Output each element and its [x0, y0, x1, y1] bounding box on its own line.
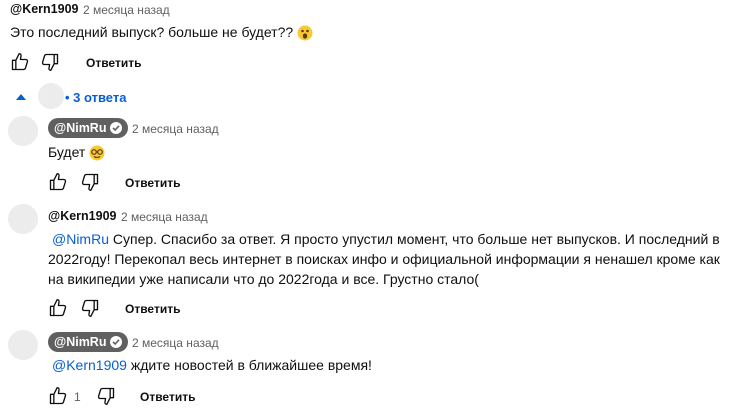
dislike-icon[interactable]: [96, 386, 116, 406]
comment-actions: Ответить: [10, 52, 210, 74]
reply-button[interactable]: Ответить: [125, 302, 180, 316]
mention-link[interactable]: @Kern1909: [48, 357, 127, 373]
dislike-icon[interactable]: [40, 52, 60, 72]
comment-time[interactable]: 2 месяца назад: [121, 210, 208, 224]
comment-actions: Ответить: [48, 172, 248, 194]
nerd-face-icon: [89, 145, 105, 161]
comment-author[interactable]: @Kern1909: [48, 209, 116, 223]
comment-time[interactable]: 2 месяца назад: [83, 3, 170, 17]
like-icon[interactable]: [48, 386, 68, 406]
comment-actions: 1 Ответить: [48, 386, 248, 408]
avatar[interactable]: [8, 116, 38, 146]
comment-author[interactable]: @Kern1909: [10, 2, 78, 16]
comment-text: Это последний выпуск? больше не будет??: [10, 22, 313, 42]
replies-count[interactable]: • 3 ответа: [65, 90, 126, 105]
avatar[interactable]: [8, 204, 38, 234]
comment-text: @Kern1909 ждите новостей в ближайшее вре…: [48, 355, 372, 375]
comment-author: @NimRu: [54, 121, 107, 135]
reply-1: @NimRu 2 месяца назад Будет Ответить: [8, 116, 728, 196]
comment-actions: Ответить: [48, 298, 248, 320]
comment-author: @NimRu: [54, 335, 107, 349]
dislike-icon[interactable]: [80, 172, 100, 192]
like-icon[interactable]: [48, 172, 68, 192]
comment-time[interactable]: 2 месяца назад: [132, 122, 219, 136]
verified-check-icon: [110, 336, 123, 348]
verified-check-icon: [110, 122, 123, 134]
author-badge[interactable]: @NimRu: [48, 118, 129, 138]
dislike-icon[interactable]: [80, 298, 100, 318]
comment-time[interactable]: 2 месяца назад: [132, 336, 219, 350]
comment-text: @NimRu Супер. Спасибо за ответ. Я просто…: [48, 231, 720, 287]
comment-1: @Kern1909 2 месяца назад Это последний в…: [10, 0, 730, 80]
reply-2: @Kern1909 2 месяца назад @NimRu Супер. С…: [8, 204, 742, 319]
like-count: 1: [74, 390, 81, 404]
reply-3: @NimRu 2 месяца назад @Kern1909 ждите но…: [8, 330, 728, 414]
comment-text: Будет: [48, 142, 105, 162]
author-badge[interactable]: @NimRu: [48, 332, 129, 352]
avatar[interactable]: [8, 330, 38, 360]
replies-toggle[interactable]: • 3 ответа: [10, 83, 210, 110]
mention-link[interactable]: @NimRu: [48, 231, 109, 247]
reply-button[interactable]: Ответить: [86, 56, 141, 70]
like-icon[interactable]: [10, 52, 30, 72]
like-icon[interactable]: [48, 298, 68, 318]
avatar: [38, 83, 64, 109]
astonished-face-icon: [297, 25, 313, 41]
reply-button[interactable]: Ответить: [125, 176, 180, 190]
chevron-up-icon[interactable]: [16, 93, 26, 100]
reply-button[interactable]: Ответить: [140, 390, 195, 404]
